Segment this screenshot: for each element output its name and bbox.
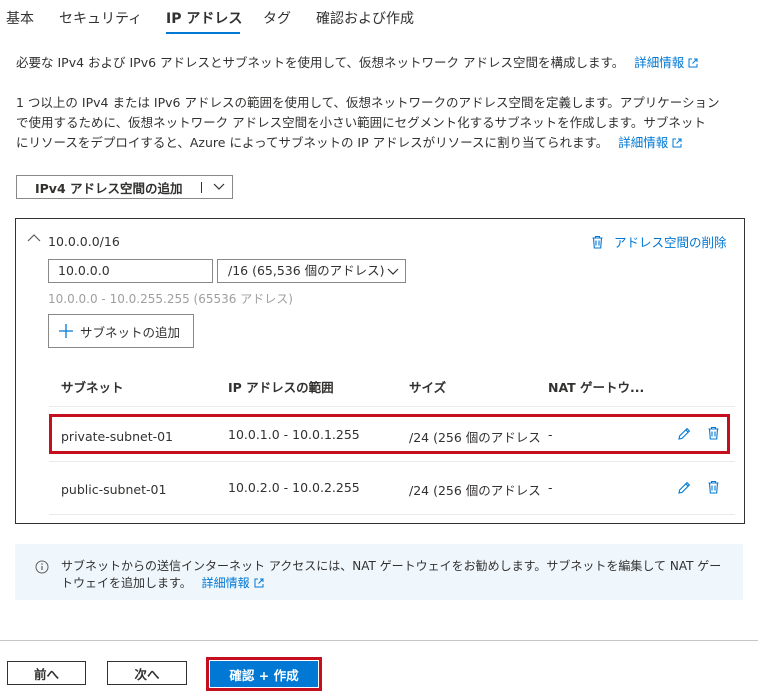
prefix-dropdown[interactable]: /16 (65,536 個のアドレス) (217, 259, 406, 283)
add-subnet-label: サブネットの追加 (80, 324, 181, 340)
previous-button[interactable]: 前へ (7, 661, 86, 685)
description-learn-more-link[interactable]: 詳細情報 (618, 135, 668, 150)
info-learn-more-link[interactable]: 詳細情報 (202, 576, 250, 590)
trash-icon (592, 235, 603, 249)
footer-divider (0, 640, 758, 641)
add-ipv4-address-space-label: IPv4 アドレス空間の追加 (35, 180, 183, 196)
dropdown-separator (201, 182, 202, 193)
column-header-size[interactable]: サイズ (409, 377, 446, 396)
row-highlight-box (49, 414, 730, 454)
tab-security[interactable]: セキュリティ (59, 8, 142, 28)
row-divider (49, 406, 735, 407)
edit-icon[interactable] (677, 481, 691, 495)
tab-ip-addresses[interactable]: IP アドレス (166, 8, 242, 28)
delete-address-space-label: アドレス空間の削除 (614, 235, 727, 250)
row-divider (49, 514, 735, 515)
intro-learn-more-link[interactable]: 詳細情報 (634, 55, 684, 70)
delete-address-space-button[interactable]: アドレス空間の削除 (591, 232, 727, 251)
plus-icon (59, 324, 73, 338)
description-line-1: 1 つ以上の IPv4 または IPv6 アドレスの範囲を使用して、仮想ネットワ… (16, 95, 720, 110)
external-link-icon (688, 58, 698, 68)
info-line-2-wrap: トウェイを追加します。 詳細情報 (61, 575, 721, 592)
chevron-down-icon (213, 183, 225, 190)
external-link-icon (672, 138, 682, 148)
primary-button-highlight-box (206, 657, 322, 691)
column-header-nat-gateway[interactable]: NAT ゲートウ... (548, 377, 644, 396)
column-header-subnet[interactable]: サブネット (61, 377, 124, 396)
info-text: サブネットからの送信インターネット アクセスには、NAT ゲートウェイをお勧めし… (61, 558, 721, 592)
info-line-1: サブネットからの送信インターネット アクセスには、NAT ゲートウェイをお勧めし… (61, 559, 722, 573)
row-divider (49, 461, 735, 462)
subnet-nat-gateway: - (548, 480, 553, 495)
address-input[interactable]: 10.0.0.0 (48, 259, 213, 283)
chevron-up-icon[interactable] (27, 233, 41, 243)
subnet-size: /24 (256 個のアドレス (409, 483, 541, 498)
description-line-2: で使用するために、仮想ネットワーク アドレス空間を小さい範囲にセグメント化するサ… (16, 115, 706, 130)
trash-icon[interactable] (707, 480, 720, 494)
address-space-title: 10.0.0.0/16 (48, 234, 120, 249)
add-ipv4-address-space-button[interactable]: IPv4 アドレス空間の追加 (16, 175, 233, 199)
address-range-hint: 10.0.0.0 - 10.0.255.255 (65536 アドレス) (48, 292, 293, 306)
info-icon (35, 560, 49, 574)
prefix-dropdown-value: /16 (65,536 個のアドレス) (228, 263, 385, 278)
external-link-icon (254, 578, 264, 588)
column-header-ip-range[interactable]: IP アドレスの範囲 (228, 377, 334, 396)
info-line-2: トウェイを追加します。 (61, 576, 192, 590)
description-paragraph: 1 つ以上の IPv4 または IPv6 アドレスの範囲を使用して、仮想ネットワ… (16, 93, 719, 153)
subnet-ip-range: 10.0.2.0 - 10.0.2.255 (228, 480, 360, 495)
description-line-3: にリソースをデプロイすると、Azure によってサブネットの IP アドレスがリ… (16, 135, 609, 150)
next-button[interactable]: 次へ (107, 661, 187, 685)
tab-active-underline (166, 32, 240, 34)
info-message-bar: サブネットからの送信インターネット アクセスには、NAT ゲートウェイをお勧めし… (15, 544, 743, 600)
intro-paragraph: 必要な IPv4 および IPv6 アドレスとサブネットを使用して、仮想ネットワ… (16, 53, 698, 73)
add-subnet-button[interactable]: サブネットの追加 (48, 314, 194, 348)
description-line-3-wrap: にリソースをデプロイすると、Azure によってサブネットの IP アドレスがリ… (16, 133, 719, 153)
tab-basics[interactable]: 基本 (6, 8, 34, 28)
intro-text: 必要な IPv4 および IPv6 アドレスとサブネットを使用して、仮想ネットワ… (16, 55, 625, 70)
chevron-down-icon (387, 268, 399, 275)
tab-tags[interactable]: タグ (263, 8, 291, 28)
subnet-name-link[interactable]: public-subnet-01 (61, 482, 166, 497)
tab-review-create[interactable]: 確認および作成 (316, 8, 414, 28)
